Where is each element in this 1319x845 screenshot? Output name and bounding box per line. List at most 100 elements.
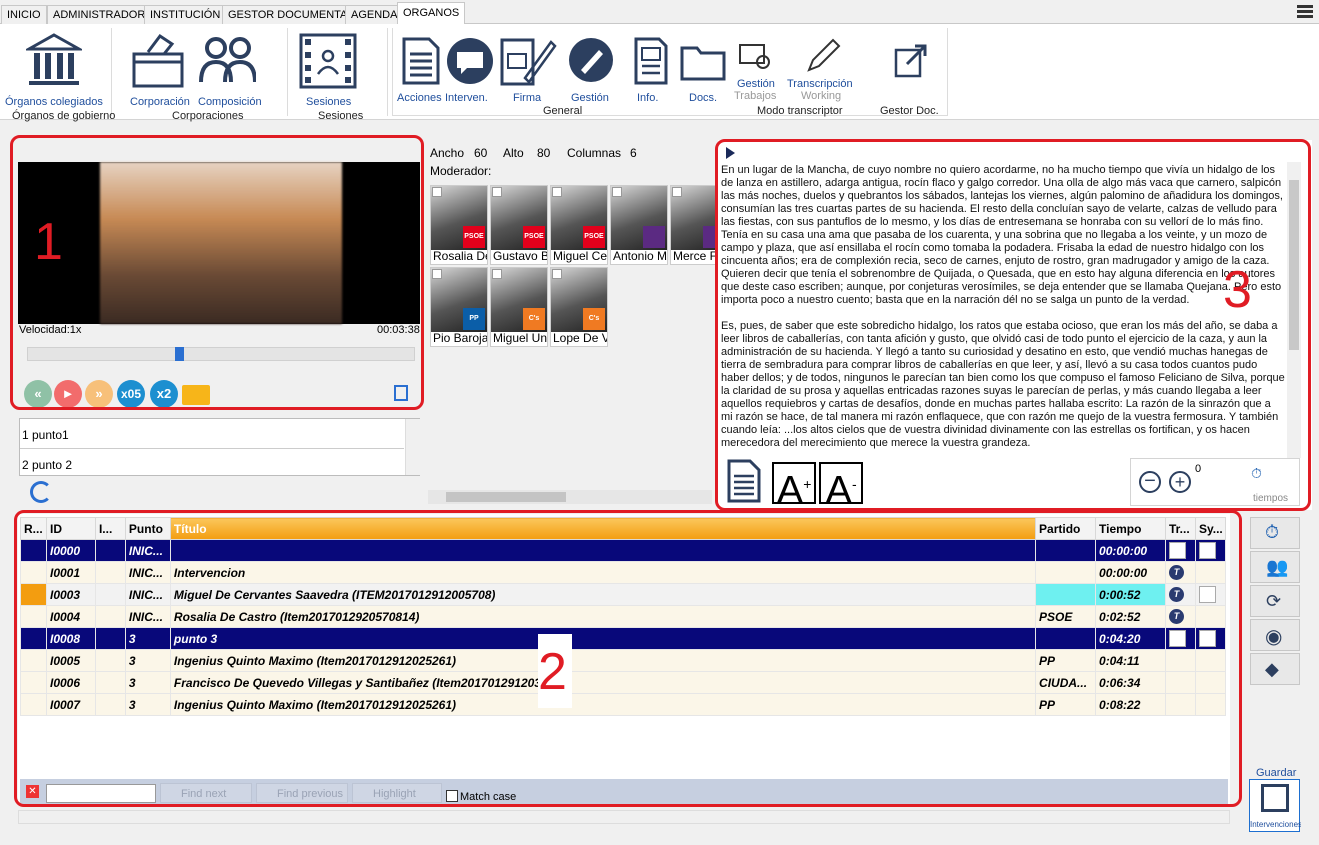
row-indicator[interactable] [20, 627, 47, 650]
tab-agenda[interactable]: AGENDA [345, 5, 404, 24]
member-checkbox[interactable] [492, 269, 502, 279]
columnas-value[interactable]: 6 [630, 146, 637, 160]
refresh-icon[interactable] [30, 481, 52, 503]
document-icon[interactable] [726, 458, 762, 504]
member-checkbox[interactable] [492, 187, 502, 197]
sesiones-button[interactable]: Sesiones [306, 96, 351, 108]
alto-value[interactable]: 80 [537, 146, 550, 160]
view-button[interactable]: ◉ [1250, 619, 1300, 651]
signature-document-icon[interactable] [499, 34, 557, 88]
gestion-trabajos-button[interactable]: Gestión [737, 78, 775, 90]
document-list-icon[interactable] [401, 36, 441, 86]
zoom-in-icon[interactable]: + [1169, 471, 1191, 493]
member-checkbox[interactable] [552, 187, 562, 197]
slider-thumb[interactable] [175, 347, 185, 361]
col-header[interactable]: Punto [124, 517, 171, 540]
list-scrollbar[interactable] [405, 419, 420, 475]
member-checkbox[interactable] [432, 187, 442, 197]
folder-icon[interactable] [182, 385, 210, 405]
tab-institucion[interactable]: INSTITUCIÓN [144, 5, 227, 24]
folder-icon[interactable] [679, 42, 727, 82]
info-document-icon[interactable] [633, 36, 669, 86]
checkbox[interactable] [1198, 542, 1216, 559]
pen-icon[interactable] [805, 36, 841, 74]
row-indicator[interactable] [20, 561, 47, 584]
timing-button[interactable]: ⏱ [1250, 517, 1300, 549]
col-header[interactable]: Tiempo [1095, 517, 1166, 540]
font-increase-button[interactable]: A+ [772, 462, 816, 510]
table-row[interactable]: I0005 3 Ingenius Quinto Maximo (Item201701… [20, 649, 1227, 672]
acciones-button[interactable]: Acciones [397, 92, 442, 104]
transfer-speaker-button[interactable]: ◆ [1250, 653, 1300, 685]
table-row[interactable]: I0007 3 Ingenius Quinto Maximo (Item201701… [20, 693, 1227, 716]
building-icon[interactable] [26, 32, 82, 90]
col-header-titulo[interactable]: Título [169, 517, 1037, 540]
member-portrait[interactable]: PSOE Gustavo B [490, 185, 548, 265]
highlight-button[interactable]: Highlight [352, 783, 442, 803]
font-decrease-button[interactable]: A- [819, 462, 863, 510]
row-indicator[interactable] [20, 539, 47, 562]
ancho-value[interactable]: 60 [474, 146, 487, 160]
people-icon[interactable] [198, 34, 256, 88]
member-portrait[interactable]: PP Pio Baroja [430, 267, 488, 347]
video-player[interactable]: 1 [18, 162, 420, 324]
col-header[interactable]: Partido [1035, 517, 1097, 540]
gestion-trabajos-icon[interactable] [737, 42, 773, 72]
play-icon[interactable] [726, 147, 735, 159]
col-header[interactable]: Tr... [1164, 517, 1196, 540]
match-case-checkbox[interactable] [446, 790, 458, 802]
row-indicator[interactable] [20, 693, 47, 716]
organos-colegiados-button[interactable]: Órganos colegiados [5, 96, 103, 108]
checkbox[interactable] [1168, 630, 1186, 647]
hamburger-menu-icon[interactable] [1297, 5, 1313, 19]
speed-x05-button[interactable]: x05 [117, 380, 145, 408]
member-portrait[interactable]: C's Lope De V [550, 267, 608, 347]
table-row[interactable]: I0004 INIC... Rosalia De Castro (Item20170… [20, 605, 1227, 628]
row-indicator[interactable] [20, 583, 47, 606]
member-portrait[interactable]: C's Miguel Un [490, 267, 548, 347]
close-find-icon[interactable]: ✕ [26, 785, 39, 798]
member-portrait[interactable]: PSOE Rosalia De [430, 185, 488, 265]
transcripcion-working-button[interactable]: Transcripción [787, 78, 853, 90]
firma-button[interactable]: Firma [513, 92, 541, 104]
find-input[interactable] [46, 784, 156, 803]
table-row[interactable]: I0001 INIC... Intervencion 00:00:00 T [20, 561, 1227, 584]
rewind-button[interactable]: « [24, 380, 52, 408]
table-row[interactable]: I0003 INIC... Miguel De Cervantes Saavedra… [20, 583, 1227, 606]
tab-gestor-documental[interactable]: GESTOR DOCUMENTAL [222, 5, 360, 24]
list-item[interactable]: 1 punto1 [22, 428, 69, 442]
info-button[interactable]: Info. [637, 92, 658, 104]
film-people-icon[interactable] [298, 32, 358, 90]
table-row[interactable]: I0006 3 Francisco De Quevedo Villegas y Sa… [20, 671, 1227, 694]
zoom-out-icon[interactable]: − [1139, 471, 1161, 493]
speed-x2-button[interactable]: x2 [150, 380, 178, 408]
col-header[interactable]: I... [94, 517, 126, 540]
export-icon[interactable] [394, 385, 408, 401]
member-checkbox[interactable] [432, 269, 442, 279]
speakers-button[interactable]: 👥 [1250, 551, 1300, 583]
play-button[interactable]: ► [54, 380, 82, 408]
member-checkbox[interactable] [612, 187, 622, 197]
row-indicator[interactable] [20, 649, 47, 672]
checkbox[interactable] [1198, 630, 1216, 647]
tiempos-icon[interactable]: ⏱ [1251, 465, 1275, 487]
row-indicator[interactable] [20, 671, 47, 694]
member-checkbox[interactable] [552, 269, 562, 279]
interven-button[interactable]: Interven. [445, 92, 488, 104]
corporacion-button[interactable]: Corporación [130, 96, 190, 108]
list-item[interactable]: 2 punto 2 [22, 458, 72, 472]
horizontal-scrollbar[interactable] [428, 490, 712, 504]
docs-button[interactable]: Docs. [689, 92, 717, 104]
gestor-doc-export-icon[interactable] [893, 42, 929, 80]
transcript-scrollbar[interactable] [1287, 162, 1301, 458]
sync-speakers-button[interactable]: ⟳ [1250, 585, 1300, 617]
composicion-button[interactable]: Composición [198, 96, 262, 108]
speech-bubble-icon[interactable] [445, 36, 495, 86]
transcript-text[interactable]: En un lugar de la Mancha, de cuyo nombre… [721, 164, 1285, 454]
guardar-intervenciones-button[interactable]: Intervenciones [1249, 779, 1301, 832]
tab-inicio[interactable]: INICIO [1, 5, 47, 24]
gestion-pen-icon[interactable] [567, 36, 615, 84]
col-header[interactable]: ID [45, 517, 96, 540]
col-header[interactable]: Sy... [1194, 517, 1227, 540]
col-header[interactable]: R... [20, 517, 47, 540]
